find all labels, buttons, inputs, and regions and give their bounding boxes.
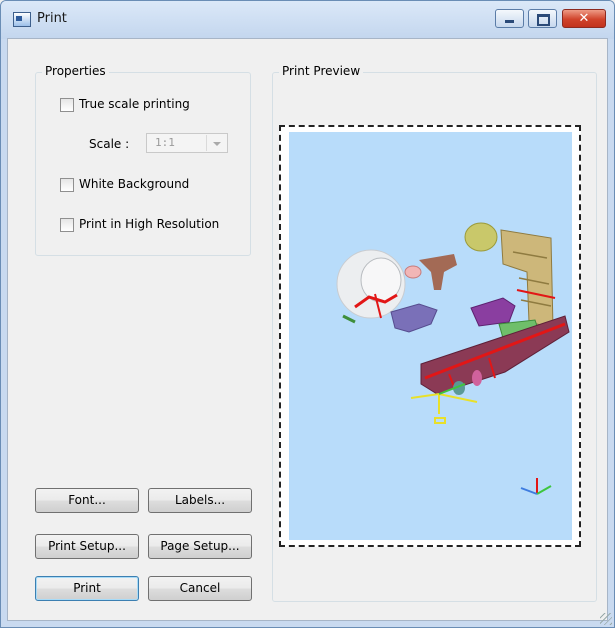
true-scale-label: True scale printing <box>79 97 190 111</box>
maximize-button[interactable] <box>528 9 557 28</box>
print-preview-group-label: Print Preview <box>279 64 364 78</box>
labels-button[interactable]: Labels... <box>148 488 252 513</box>
close-icon: ✕ <box>578 11 590 26</box>
high-resolution-label: Print in High Resolution <box>79 217 220 231</box>
ball-part <box>464 222 498 252</box>
pink-part <box>472 370 482 386</box>
true-scale-checkbox-box[interactable] <box>60 98 74 112</box>
properties-group-label: Properties <box>42 64 109 78</box>
high-resolution-checkbox[interactable]: Print in High Resolution <box>60 217 245 233</box>
font-button[interactable]: Font... <box>35 488 139 513</box>
scale-select-separator <box>206 135 207 151</box>
print-preview-image <box>289 132 572 540</box>
scale-select[interactable]: 1:1 <box>146 133 228 153</box>
ring-part <box>404 265 422 279</box>
title-bar[interactable]: Print ✕ <box>1 1 614 39</box>
scale-value: 1:1 <box>155 136 175 149</box>
print-button[interactable]: Print <box>35 576 139 601</box>
true-scale-checkbox[interactable]: True scale printing <box>60 97 220 113</box>
drum-part <box>336 249 406 319</box>
window-title: Print <box>37 11 67 26</box>
minimize-button[interactable] <box>495 9 524 28</box>
white-background-checkbox-box[interactable] <box>60 178 74 192</box>
white-background-label: White Background <box>79 177 190 191</box>
app-window-icon <box>13 12 31 27</box>
chevron-down-icon[interactable] <box>213 142 221 146</box>
white-background-checkbox[interactable]: White Background <box>60 177 220 193</box>
high-resolution-checkbox-box[interactable] <box>60 218 74 232</box>
page-setup-button[interactable]: Page Setup... <box>148 534 252 559</box>
scale-label: Scale : <box>89 137 130 151</box>
print-setup-button[interactable]: Print Setup... <box>35 534 139 559</box>
close-button[interactable]: ✕ <box>562 9 606 28</box>
resize-grip[interactable] <box>600 613 612 625</box>
cancel-button[interactable]: Cancel <box>148 576 252 601</box>
